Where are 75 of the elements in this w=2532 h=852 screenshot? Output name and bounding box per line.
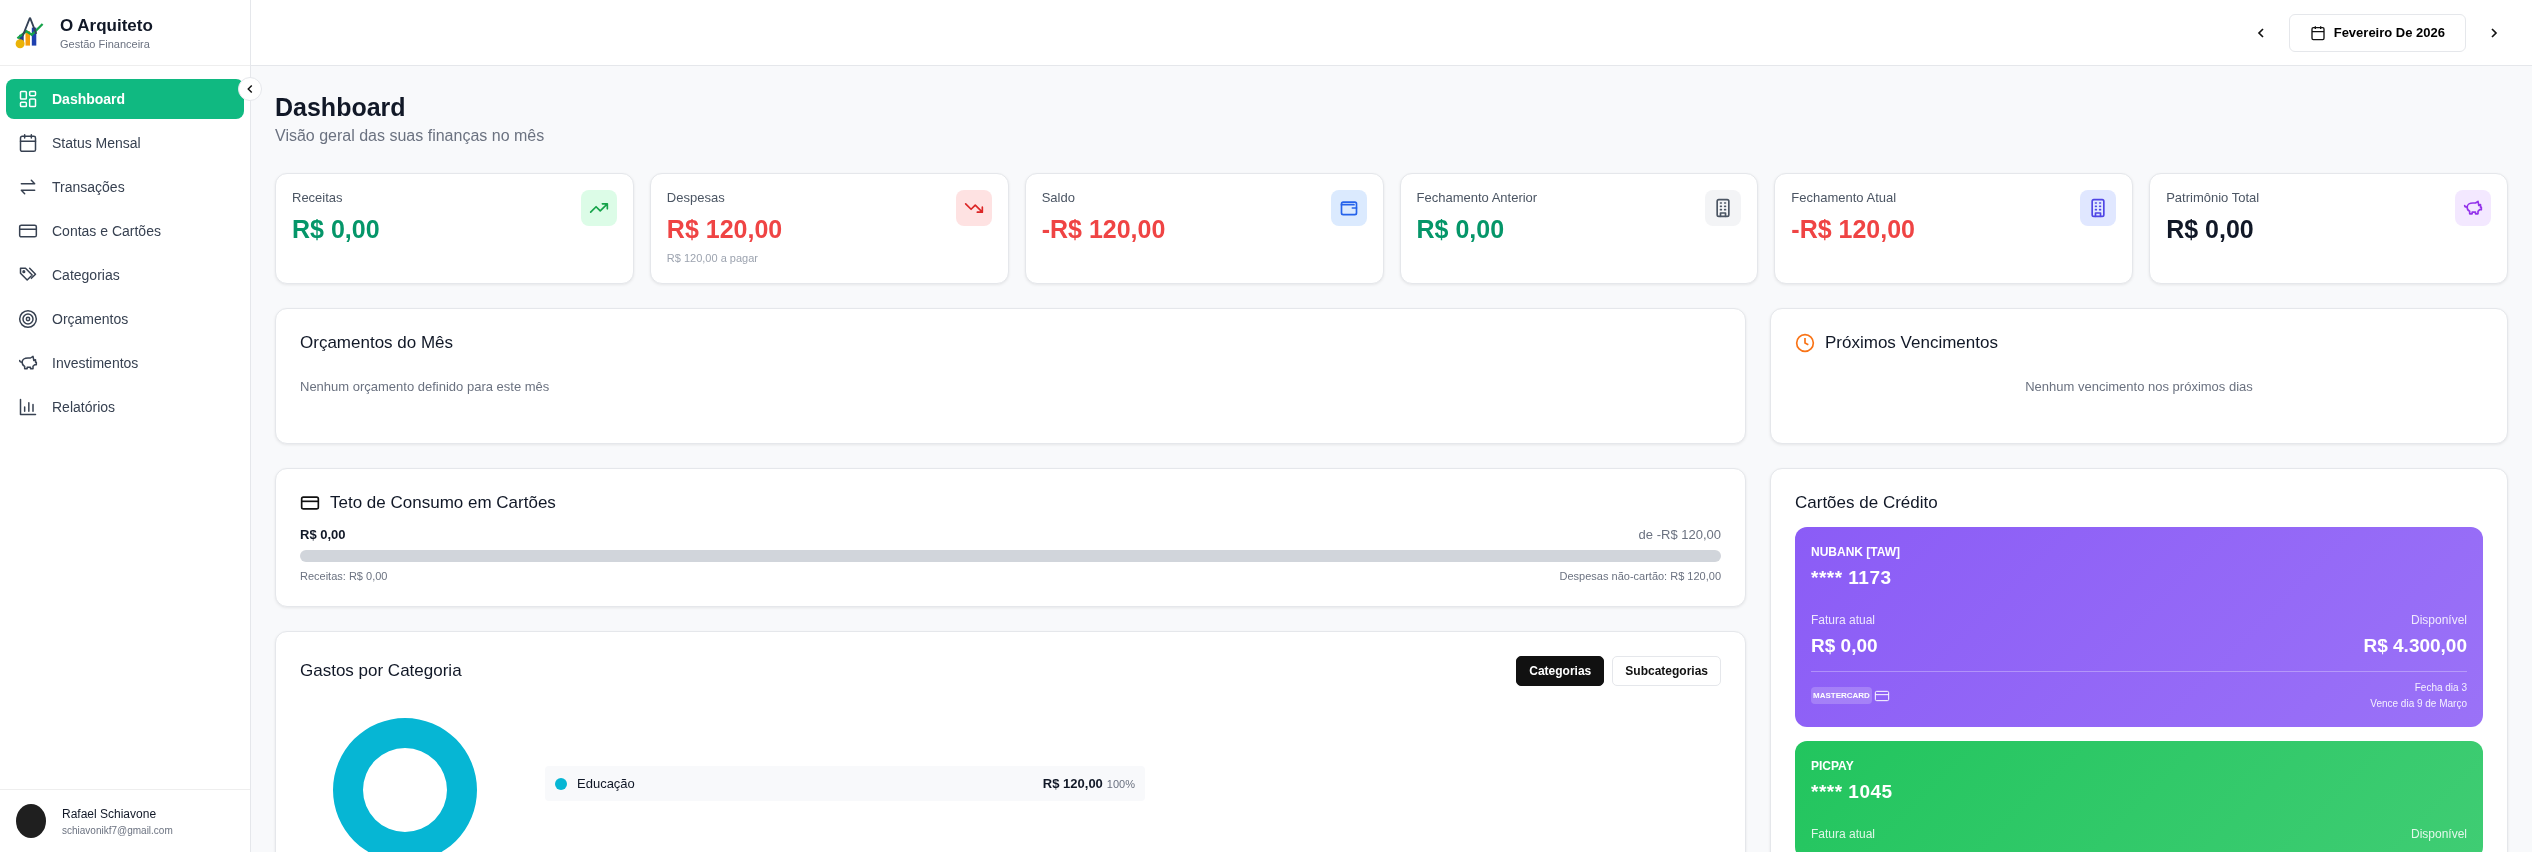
empty-message: Nenhum orçamento definido para este mês: [300, 379, 551, 394]
available-label: Disponível: [2410, 827, 2467, 841]
panel-title: Gastos por Categoria: [300, 661, 462, 681]
card-value: R$ 0,00: [292, 215, 380, 244]
panel-title: Cartões de Crédito: [1795, 493, 1939, 513]
app-subtitle: Gestão Financeira: [60, 37, 151, 50]
panel-title: Orçamentos do Mês: [300, 333, 455, 353]
invoice-amount: R$ 0,00: [1811, 635, 1878, 657]
panel-title: Teto de Consumo em Cartões: [330, 493, 556, 513]
income-note: Receitas: R$ 0,00: [300, 570, 388, 582]
category-percent: 100%: [1106, 777, 1135, 790]
sidebar-item[interactable]: Transações: [6, 167, 244, 207]
panel-title: Próximos Vencimentos: [1825, 333, 1998, 353]
card-label: Fechamento Anterior: [1416, 190, 1538, 205]
card-brand: MASTERCARD: [1811, 687, 1872, 704]
collapse-button[interactable]: [238, 77, 262, 101]
card-value: R$ 120,00: [666, 215, 783, 244]
piggy-bank-icon: [18, 353, 38, 373]
view-tab[interactable]: Categorias: [1516, 656, 1605, 686]
trend-down-icon: [955, 190, 992, 226]
limit-amount: de -R$ 120,00: [1638, 527, 1721, 542]
due-date: Vence dia 9 de Março: [2370, 698, 2467, 709]
sidebar-item[interactable]: Investimentos: [6, 343, 244, 383]
closing-date: Fecha dia 3: [2414, 682, 2467, 693]
card-value: R$ 0,00: [2166, 215, 2255, 244]
empty-message: Nenhum vencimento nos próximos dias: [2024, 379, 2254, 394]
grid-icon: [18, 89, 38, 109]
month-picker[interactable]: Fevereiro De 2026: [2288, 13, 2466, 52]
target-icon: [18, 309, 38, 329]
category-name: Educação: [577, 776, 636, 791]
piggy-bank-icon: [2455, 190, 2491, 226]
available-amount: R$ 4.300,00: [2363, 635, 2467, 657]
clock-icon: [1795, 333, 1815, 353]
wallet-icon: [1330, 190, 1367, 226]
card-value: -R$ 120,00: [1041, 215, 1166, 244]
sidebar-item[interactable]: Contas e Cartões: [6, 211, 244, 251]
sidebar-item[interactable]: Relatórios: [6, 387, 244, 427]
sidebar-item[interactable]: Status Mensal: [6, 123, 244, 163]
card-value: -R$ 120,00: [1791, 215, 1916, 244]
invoice-label: Fatura atual: [1811, 827, 1876, 841]
page-subtitle: Visão geral das suas finanças no mês: [275, 127, 546, 145]
card-number: **** 1173: [1811, 567, 1893, 589]
current-amount: R$ 0,00: [300, 527, 346, 542]
app-title: O Arquiteto: [60, 15, 153, 36]
card-label: Fechamento Atual: [1791, 190, 1898, 205]
invoice-label: Fatura atual: [1811, 613, 1876, 627]
page-title: Dashboard: [275, 93, 407, 122]
card-number: **** 1045: [1811, 781, 1894, 803]
category-amount: R$ 120,00: [1042, 776, 1103, 791]
calendar-icon: [2309, 24, 2326, 41]
card-label: Saldo: [1041, 190, 1076, 205]
arrows-icon: [18, 177, 38, 197]
card-note: R$ 120,00 a pagar: [666, 252, 759, 264]
credit-card[interactable]: NUBANK [TAW] **** 1173 Fatura atual Disponível R$ 0,00 R$ 4.300,00 MASTERCARD Fecha dia 3 Vence dia 9 de Março: [1795, 527, 2483, 727]
user-name: Rafael Schiavone: [62, 806, 158, 821]
bar-chart-icon: [18, 397, 38, 417]
view-tab[interactable]: Subcategorias: [1612, 656, 1721, 686]
credit-card-icon: [18, 221, 38, 241]
avatar: [16, 804, 46, 838]
building-icon: [1705, 190, 1742, 226]
user-email: schiavonikf7@gmail.com: [62, 824, 173, 836]
sidebar-item[interactable]: Orçamentos: [6, 299, 244, 339]
card-value: R$ 0,00: [1416, 215, 1506, 244]
card-label: Despesas: [666, 190, 726, 205]
trend-up-icon: [580, 190, 617, 226]
card-label: Patrimônio Total: [2166, 190, 2260, 205]
card-name: NUBANK [TAW]: [1811, 545, 1902, 559]
expense-note: Despesas não-cartão: R$ 120,00: [1559, 570, 1721, 582]
calendar-icon: [18, 133, 38, 153]
building-icon: [2080, 190, 2117, 226]
card-label: Receitas: [292, 190, 344, 205]
card-name: PICPAY: [1811, 759, 1855, 773]
sidebar-item[interactable]: Categorias: [6, 255, 244, 295]
available-label: Disponível: [2410, 613, 2467, 627]
credit-card-icon: [300, 493, 320, 513]
